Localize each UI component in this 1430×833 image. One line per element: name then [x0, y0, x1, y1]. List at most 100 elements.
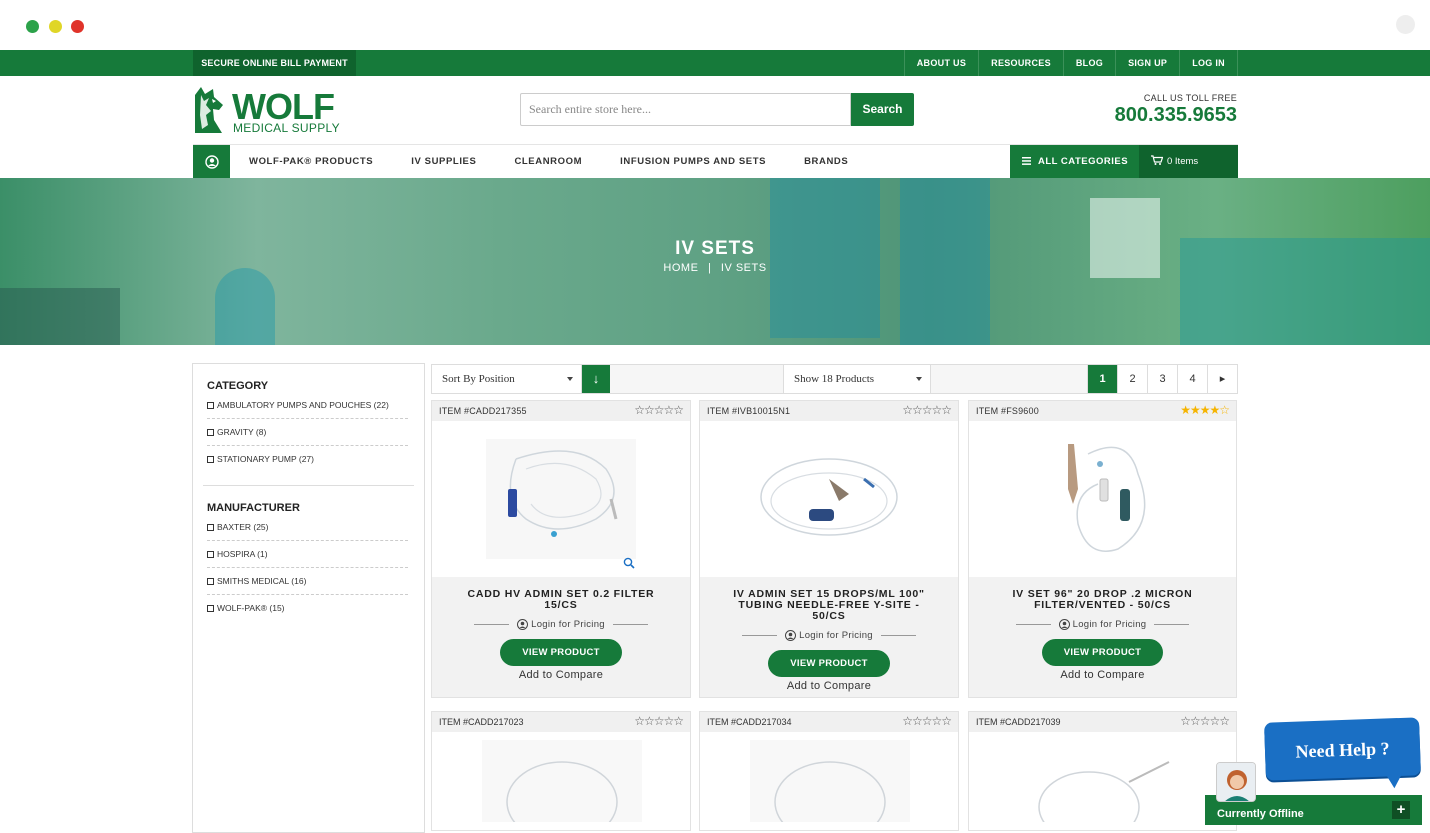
window-minimize-dot[interactable] — [49, 20, 62, 33]
nav-wolf-pak-products[interactable]: WOLF-PAK® PRODUCTS — [249, 145, 373, 179]
product-card: ITEM #CADD217039 ☆☆☆☆☆ — [968, 711, 1237, 831]
item-number: ITEM #FS9600 — [976, 406, 1039, 416]
phone-number[interactable]: 800.335.9653 — [1115, 104, 1237, 127]
add-to-compare-link[interactable]: Add to Compare — [432, 669, 690, 681]
checkbox-icon[interactable] — [207, 401, 214, 409]
product-image[interactable] — [969, 732, 1237, 830]
logo-subtitle: MEDICAL SUPPLY — [233, 121, 340, 135]
nav-cleanroom[interactable]: CLEANROOM — [514, 145, 582, 179]
product-name[interactable]: IV SET 96" 20 DROP .2 MICRON FILTER/VENT… — [969, 589, 1236, 611]
add-to-compare-link[interactable]: Add to Compare — [969, 669, 1236, 681]
show-value: Show 18 Products — [794, 373, 875, 385]
product-name[interactable]: IV ADMIN SET 15 DROPS/ML 100" TUBING NEE… — [700, 589, 958, 622]
rating-stars: ☆☆☆☆☆ — [902, 403, 952, 417]
category-heading: CATEGORY — [207, 380, 269, 392]
all-categories-button[interactable]: ALL CATEGORIES — [1010, 145, 1139, 179]
expand-chat-button[interactable]: + — [1392, 801, 1410, 819]
add-to-compare-link[interactable]: Add to Compare — [700, 680, 958, 692]
account-button[interactable] — [193, 145, 230, 179]
search-button[interactable]: Search — [851, 93, 914, 126]
product-image[interactable] — [432, 732, 691, 830]
zoom-icon[interactable] — [623, 557, 635, 569]
product-name[interactable]: CADD HV ADMIN SET 0.2 FILTER 15/CS — [432, 589, 690, 611]
rating-stars: ☆☆☆☆☆ — [1180, 714, 1230, 728]
view-product-button[interactable]: VIEW PRODUCT — [1041, 639, 1164, 666]
window-close-dot[interactable] — [71, 20, 84, 33]
wolf-logo[interactable]: WOLF MEDICAL SUPPLY — [192, 85, 342, 135]
page-2[interactable]: 2 — [1117, 365, 1147, 393]
view-product-button[interactable]: VIEW PRODUCT — [500, 639, 622, 666]
item-number: ITEM #IVB10015N1 — [707, 406, 791, 416]
product-toolbar: Sort By Position ↓ Show 18 Products 1 2 … — [431, 364, 1238, 394]
rating-stars: ☆☆☆☆☆ — [634, 403, 684, 417]
login-for-pricing[interactable]: Login for Pricing — [700, 630, 958, 641]
resources-link[interactable]: RESOURCES — [978, 50, 1063, 76]
breadcrumb: HOME | IV SETS — [0, 262, 1430, 274]
arrow-down-icon: ↓ — [592, 371, 600, 386]
filter-smiths-medical[interactable]: SMITHS MEDICAL (16) — [207, 568, 408, 595]
agent-avatar-icon — [1217, 763, 1255, 801]
filter-stationary-pump[interactable]: STATIONARY PUMP (27) — [207, 446, 408, 473]
page-1[interactable]: 1 — [1087, 365, 1117, 393]
page-3[interactable]: 3 — [1147, 365, 1177, 393]
sort-value: Sort By Position — [442, 373, 515, 385]
product-item-bar: ITEM #FS9600 ★★★★☆ — [969, 401, 1236, 421]
need-help-button[interactable]: Need Help ? — [1264, 717, 1421, 781]
cart-button[interactable]: 0 Items — [1139, 145, 1238, 179]
product-info: IV SET 96" 20 DROP .2 MICRON FILTER/VENT… — [969, 577, 1236, 697]
nav-infusion-pumps[interactable]: INFUSION PUMPS AND SETS — [620, 145, 766, 179]
hero-banner: IV SETS HOME | IV SETS — [0, 178, 1430, 345]
login-for-pricing[interactable]: Login for Pricing — [969, 619, 1236, 630]
chevron-down-icon — [567, 377, 573, 381]
nav-iv-supplies[interactable]: IV SUPPLIES — [411, 145, 476, 179]
view-product-button[interactable]: VIEW PRODUCT — [768, 650, 890, 677]
checkbox-icon[interactable] — [207, 550, 214, 558]
item-number: ITEM #CADD217023 — [439, 717, 524, 727]
product-image[interactable] — [700, 732, 959, 830]
product-card: ITEM #CADD217023 ☆☆☆☆☆ — [431, 711, 691, 831]
filter-label: AMBULATORY PUMPS AND POUCHES (22) — [217, 399, 389, 410]
filter-gravity[interactable]: GRAVITY (8) — [207, 419, 408, 446]
sort-select[interactable]: Sort By Position — [432, 365, 582, 393]
show-count-select[interactable]: Show 18 Products — [783, 365, 931, 393]
checkbox-icon[interactable] — [207, 523, 214, 531]
sort-direction-button[interactable]: ↓ — [582, 365, 610, 393]
login-for-pricing[interactable]: Login for Pricing — [432, 619, 690, 630]
login-label: Login for Pricing — [1072, 619, 1147, 630]
page-4[interactable]: 4 — [1177, 365, 1207, 393]
checkbox-icon[interactable] — [207, 428, 214, 436]
filter-wolf-pak[interactable]: WOLF-PAK® (15) — [207, 595, 408, 622]
product-image[interactable] — [700, 421, 958, 577]
product-item-bar: ITEM #CADD217039 ☆☆☆☆☆ — [969, 712, 1236, 732]
filter-baxter[interactable]: BAXTER (25) — [207, 514, 408, 541]
filter-hospira[interactable]: HOSPIRA (1) — [207, 541, 408, 568]
breadcrumb-home[interactable]: HOME — [663, 262, 698, 274]
next-page-button[interactable]: ▸ — [1207, 365, 1237, 393]
sign-up-link[interactable]: SIGN UP — [1115, 50, 1179, 76]
browser-menu-icon[interactable] — [1396, 15, 1415, 34]
site-header: WOLF MEDICAL SUPPLY Search entire store … — [0, 76, 1430, 144]
log-in-link[interactable]: LOG IN — [1179, 50, 1238, 76]
blog-link[interactable]: BLOG — [1062, 50, 1115, 76]
checkbox-icon[interactable] — [207, 456, 214, 463]
product-info: IV ADMIN SET 15 DROPS/ML 100" TUBING NEE… — [700, 577, 958, 697]
support-agent-avatar — [1216, 762, 1256, 802]
filter-label: HOSPIRA (1) — [217, 548, 268, 559]
filter-label: BAXTER (25) — [217, 521, 269, 532]
search-input[interactable]: Search entire store here... — [520, 93, 851, 126]
top-links: ABOUT US RESOURCES BLOG SIGN UP LOG IN — [903, 50, 1238, 76]
bill-payment-link[interactable]: SECURE ONLINE BILL PAYMENT — [193, 50, 356, 76]
product-image[interactable] — [969, 421, 1236, 577]
checkbox-icon[interactable] — [207, 577, 214, 585]
product-item-bar: ITEM #IVB10015N1 ☆☆☆☆☆ — [700, 401, 958, 421]
filter-label: STATIONARY PUMP (27) — [217, 454, 314, 464]
window-maximize-dot[interactable] — [26, 20, 39, 33]
filter-ambulatory[interactable]: AMBULATORY PUMPS AND POUCHES (22) — [207, 392, 408, 419]
checkbox-icon[interactable] — [207, 605, 214, 612]
iv-set-image — [760, 458, 898, 536]
about-us-link[interactable]: ABOUT US — [903, 50, 978, 76]
filter-label: SMITHS MEDICAL (16) — [217, 575, 307, 586]
nav-brands[interactable]: BRANDS — [804, 145, 848, 179]
product-image[interactable] — [432, 421, 690, 577]
iv-set-image — [486, 439, 636, 559]
